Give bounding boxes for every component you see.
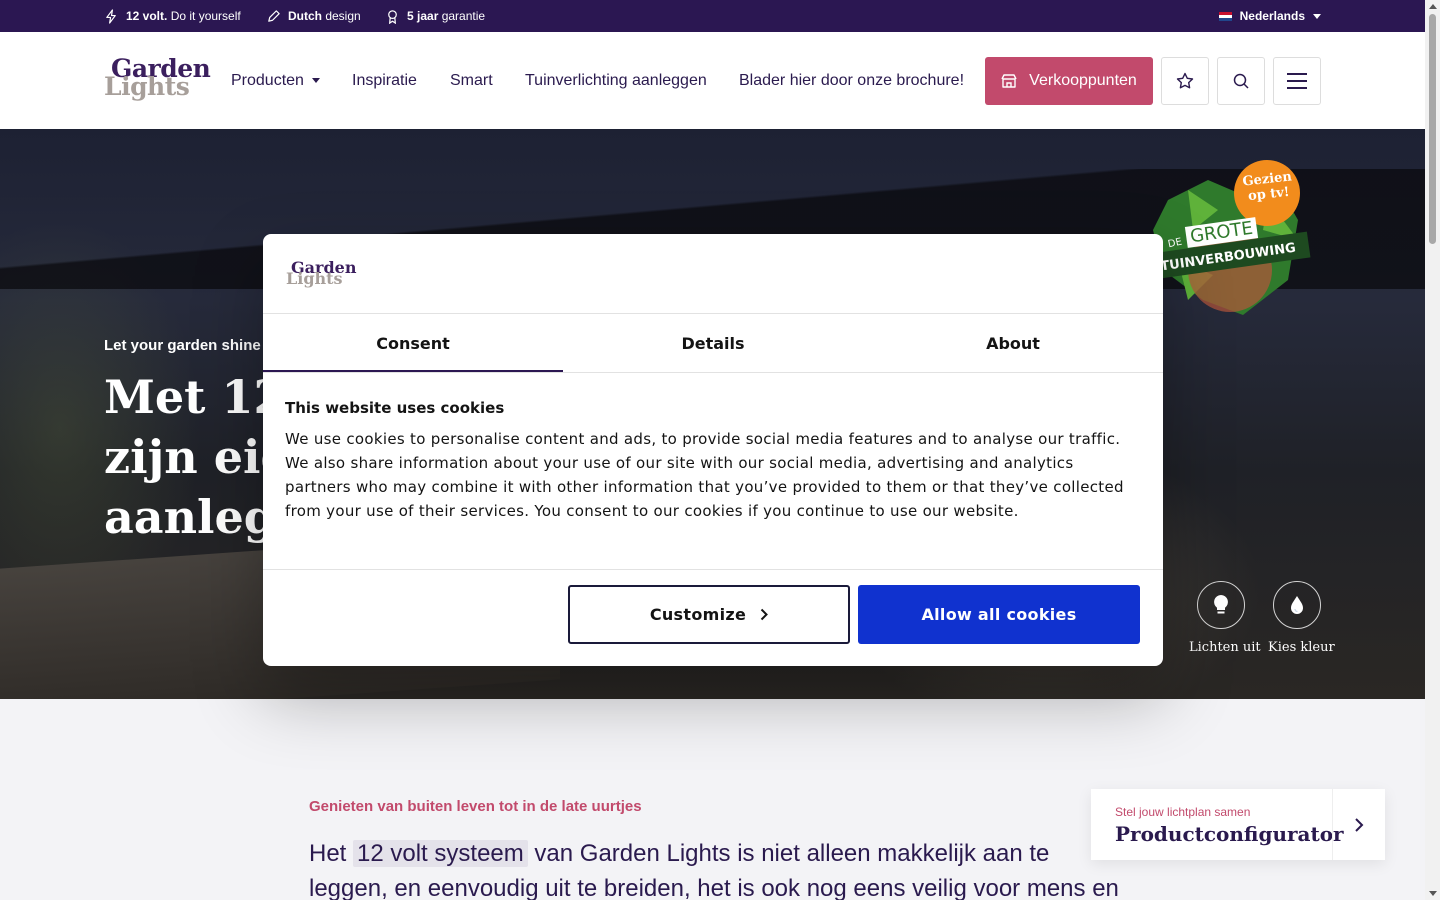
divider xyxy=(263,372,1163,373)
usp-text: design xyxy=(322,9,361,23)
logo-lights: Lights xyxy=(104,72,190,101)
star-icon xyxy=(1176,72,1194,89)
configurator-title: Productconfigurator xyxy=(1115,822,1344,846)
top-usp-bar: 12 volt. Do it yourself Dutch design 5 j… xyxy=(0,0,1425,32)
pencil-icon xyxy=(268,9,280,22)
usp-text: garantie xyxy=(438,9,486,23)
chevron-down-icon xyxy=(1313,13,1321,19)
intro-paragraph: Het 12 volt systeem van Garden Lights is… xyxy=(309,836,1129,900)
content-kicker: Genieten van buiten leven tot in de late… xyxy=(309,798,642,815)
customize-label: Customize xyxy=(649,605,747,624)
nav-item-inspiratie[interactable]: Inspiratie xyxy=(352,32,417,129)
configurator-kicker: Stel jouw lichtplan samen xyxy=(1115,805,1251,819)
hamburger-icon xyxy=(1287,73,1307,89)
nav-item-smart[interactable]: Smart xyxy=(450,32,493,129)
chevron-down-icon xyxy=(311,78,320,83)
usp-bold: 5 jaar xyxy=(407,9,439,23)
site-header: Garden Lights Producten Inspiratie Smart… xyxy=(0,32,1425,129)
cookie-body-text: We use cookies to personalise content an… xyxy=(285,430,1124,520)
cookie-consent-dialog: Garden Lights Consent Details About This… xyxy=(263,234,1163,666)
tab-details[interactable]: Details xyxy=(563,314,863,372)
allow-label: Allow all cookies xyxy=(921,605,1077,624)
lightning-icon xyxy=(106,8,116,24)
scroll-up-arrow[interactable] xyxy=(1429,4,1437,9)
nav-label: Inspiratie xyxy=(352,71,417,89)
dialog-tabs: Consent Details About xyxy=(263,314,1163,373)
droplet-icon xyxy=(1291,596,1303,614)
dialog-logo: Garden Lights xyxy=(286,258,366,290)
scroll-down-arrow[interactable] xyxy=(1429,891,1437,896)
nav-item-brochure[interactable]: Blader hier door onze brochure! xyxy=(739,32,964,129)
tab-about[interactable]: About xyxy=(863,314,1163,372)
usp-garantie: 5 jaar garantie xyxy=(385,0,485,32)
usp-dutch-design: Dutch design xyxy=(266,0,361,32)
page-scrollbar[interactable] xyxy=(1425,0,1440,900)
award-icon xyxy=(388,9,397,24)
garden-lights-logo[interactable]: Garden Lights xyxy=(104,54,214,108)
verkooppunten-label: Verkooppunten xyxy=(1029,72,1137,89)
usp-bold: Dutch xyxy=(288,9,322,23)
usp-text: Do it yourself xyxy=(167,9,241,23)
usp-bold: 12 volt. xyxy=(126,9,168,23)
configurator-arrow[interactable] xyxy=(1332,789,1385,860)
tab-consent[interactable]: Consent xyxy=(263,314,563,373)
dutch-flag-icon xyxy=(1218,11,1232,21)
customize-button[interactable]: Customize xyxy=(568,585,850,644)
scrollbar-thumb[interactable] xyxy=(1429,14,1436,244)
nav-label: Tuinverlichting aanleggen xyxy=(525,71,707,89)
12-volt-system-link[interactable]: 12 volt systeem xyxy=(353,840,528,867)
language-label: Nederlands xyxy=(1239,9,1305,23)
verkooppunten-button[interactable]: Verkooppunten xyxy=(985,57,1153,105)
nav-item-tuinverlichting[interactable]: Tuinverlichting aanleggen xyxy=(525,32,707,129)
nav-label: Blader hier door onze brochure! xyxy=(739,71,965,89)
search-icon xyxy=(1233,73,1249,89)
logo-lights: Lights xyxy=(286,269,343,288)
cookie-heading: This website uses cookies xyxy=(285,399,505,417)
nav-label: Producten xyxy=(231,71,304,89)
favorites-button[interactable] xyxy=(1161,57,1209,105)
divider xyxy=(263,569,1163,570)
allow-all-cookies-button[interactable]: Allow all cookies xyxy=(858,585,1140,644)
chevron-right-icon xyxy=(760,608,769,621)
nav-label: Smart xyxy=(450,71,493,89)
nav-item-producten[interactable]: Producten xyxy=(231,32,320,129)
intro-text: Het xyxy=(309,840,354,867)
search-button[interactable] xyxy=(1217,57,1265,105)
hero-kicker: Let your garden shine xyxy=(104,337,261,354)
choose-color-button[interactable] xyxy=(1273,581,1321,629)
usp-12-volt: 12 volt. Do it yourself xyxy=(104,0,241,32)
lightbulb-icon xyxy=(1214,595,1228,614)
lights-off-label: Lichten uit xyxy=(1189,640,1261,655)
store-icon xyxy=(1001,74,1017,88)
chevron-right-icon xyxy=(1355,817,1364,832)
choose-color-label: Kies kleur xyxy=(1268,640,1335,655)
lights-off-button[interactable] xyxy=(1197,581,1245,629)
language-selector[interactable]: Nederlands xyxy=(1218,0,1321,32)
menu-button[interactable] xyxy=(1273,57,1321,105)
productconfigurator-card[interactable]: Stel jouw lichtplan samen Productconfigu… xyxy=(1091,789,1385,860)
